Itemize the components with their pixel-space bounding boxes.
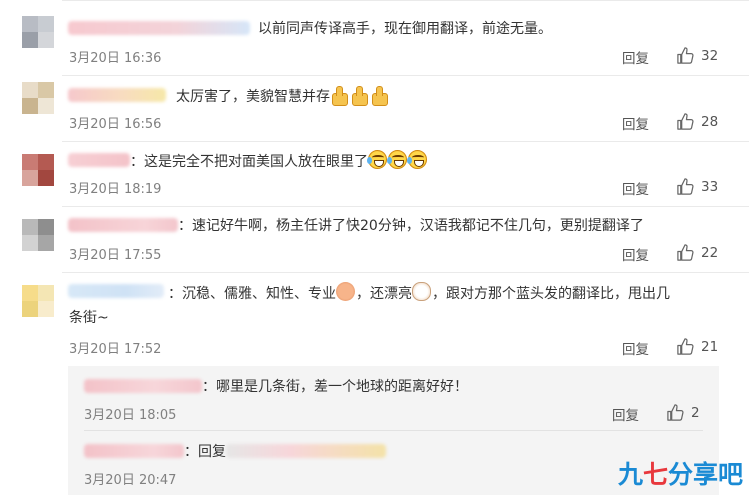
comment-text-content: ：这是完全不把对面美国人放在眼里了 <box>130 154 368 170</box>
laugh-cry-emoji <box>407 150 427 169</box>
avatar[interactable] <box>22 16 54 48</box>
like-count: 33 <box>701 178 719 195</box>
watermark-part: 分享吧 <box>667 460 743 489</box>
avatar[interactable] <box>22 219 54 251</box>
laugh-cry-emoji <box>387 150 407 169</box>
comment-text: ：这是完全不把对面美国人放在眼里了 <box>130 150 428 172</box>
laugh-cry-emoji <box>367 150 387 169</box>
reply-button[interactable]: 回复 <box>612 404 639 424</box>
reply-button[interactable]: 回复 <box>622 113 649 133</box>
comment-time: 3月20日 17:55 <box>69 248 162 263</box>
reply-button[interactable]: 回复 <box>622 178 649 198</box>
like-count: 2 <box>691 404 700 421</box>
thumbs-up-icon <box>677 47 694 64</box>
thumbs-up-icon <box>667 404 684 421</box>
comment-divider <box>62 141 749 142</box>
thumbs-up-emoji <box>330 85 348 106</box>
blurred-mention[interactable] <box>226 444 386 458</box>
thumbs-up-emoji <box>350 85 368 106</box>
blurred-username[interactable] <box>68 21 250 35</box>
like-button[interactable]: 33 <box>676 177 718 196</box>
comment-text: ：速记好牛啊，杨主任讲了快20分钟，汉语我都记不住几句，更别提翻译了 <box>178 218 644 234</box>
site-watermark: 九七分享吧 <box>618 455 743 491</box>
like-button[interactable]: 28 <box>676 112 718 131</box>
comment-time: 3月20日 17:52 <box>69 342 162 357</box>
avatar[interactable] <box>22 82 54 114</box>
reply-button[interactable]: 回复 <box>622 244 649 264</box>
like-button[interactable]: 2 <box>666 403 700 422</box>
thumbs-up-icon <box>677 113 694 130</box>
avatar[interactable] <box>22 285 54 317</box>
comment-text-line2: 条街~ <box>69 310 109 326</box>
avatar[interactable] <box>22 154 54 186</box>
blurred-username[interactable] <box>84 379 202 393</box>
like-count: 21 <box>701 338 719 355</box>
like-count: 22 <box>701 244 719 261</box>
comment-text: 以前同声传译高手，现在御用翻译，前途无量。 <box>258 21 552 37</box>
comment-text-part: ，跟对方那个蓝头发的翻译比，甩出几 <box>432 286 670 302</box>
like-count: 28 <box>701 113 719 130</box>
comment-divider <box>62 75 749 76</box>
sub-reply-text: ：哪里是几条街，差一个地球的距离好好！ <box>202 379 468 395</box>
top-divider <box>62 0 749 1</box>
comment-text: 太厉害了，美貌智慧并存 <box>176 85 390 107</box>
girl-face-emoji <box>336 282 355 301</box>
like-count: 32 <box>701 47 719 64</box>
sub-reply-divider <box>84 430 703 431</box>
reply-button[interactable]: 回复 <box>622 338 649 358</box>
comment-text-part: ：沉稳、儒雅、知性、专业 <box>168 286 336 302</box>
comment-time: 3月20日 16:36 <box>69 51 162 66</box>
watermark-part: 七 <box>642 460 668 489</box>
thumbs-up-icon <box>677 244 694 261</box>
like-button[interactable]: 21 <box>676 337 718 356</box>
comment-text: ：沉稳、儒雅、知性、专业 ，还漂亮 ，跟对方那个蓝头发的翻译比，甩出几 <box>168 282 670 304</box>
thumbs-up-icon <box>677 338 694 355</box>
watermark-part: 九 <box>617 460 643 489</box>
sub-reply-time: 3月20日 18:05 <box>84 408 177 423</box>
blurred-username[interactable] <box>68 284 164 298</box>
like-button[interactable]: 22 <box>676 243 718 262</box>
comment-text-content: 太厉害了，美貌智慧并存 <box>176 89 330 105</box>
blurred-username[interactable] <box>68 88 166 102</box>
sub-reply-text: ：回复 <box>184 444 226 460</box>
dog-face-emoji <box>412 282 431 301</box>
reply-button[interactable]: 回复 <box>622 47 649 67</box>
comment-divider <box>62 272 749 273</box>
comment-divider <box>62 206 749 207</box>
like-button[interactable]: 32 <box>676 46 718 65</box>
comment-time: 3月20日 16:56 <box>69 117 162 132</box>
thumbs-up-emoji <box>370 85 388 106</box>
comment-text-part: ，还漂亮 <box>356 286 412 302</box>
blurred-username[interactable] <box>68 153 130 167</box>
comment-time: 3月20日 18:19 <box>69 182 162 197</box>
blurred-username[interactable] <box>68 218 178 232</box>
thumbs-up-icon <box>677 178 694 195</box>
sub-reply-time: 3月20日 20:47 <box>84 473 177 488</box>
blurred-username[interactable] <box>84 444 184 458</box>
